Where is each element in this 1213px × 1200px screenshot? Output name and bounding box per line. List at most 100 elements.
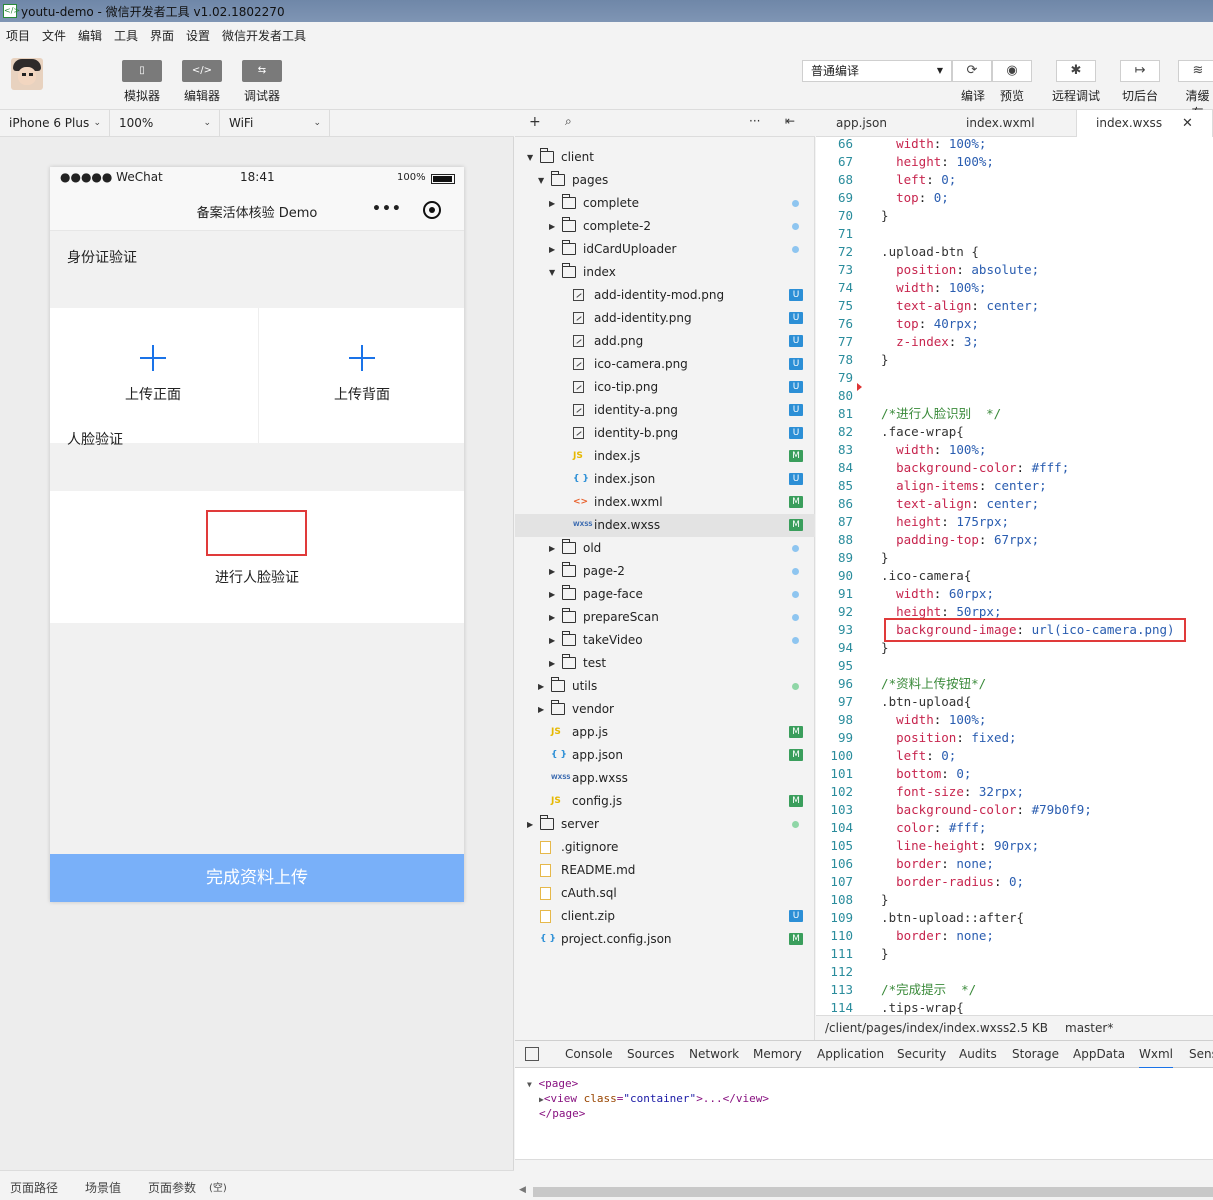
simulator-toggle-button[interactable]: ▯	[122, 60, 162, 82]
page-params-link[interactable]: 页面参数	[148, 1179, 196, 1196]
tree-item[interactable]: JS app.js M	[515, 721, 815, 744]
compile-mode-select[interactable]: 普通编译 ▼	[802, 60, 952, 82]
menu-wechat-devtools[interactable]: 微信开发者工具	[222, 27, 306, 44]
chevron-right-icon[interactable]: ▶	[549, 537, 555, 560]
tab-index-wxss[interactable]: index.wxss ✕	[1076, 110, 1213, 137]
chevron-down-icon[interactable]: ▼	[549, 261, 555, 284]
tree-item[interactable]: { } app.json M	[515, 744, 815, 767]
tree-item[interactable]: ▶ page-face	[515, 583, 815, 606]
remote-debug-button[interactable]: ✱	[1056, 60, 1096, 82]
wxml-page-open[interactable]: ▼ <page>	[527, 1077, 578, 1090]
collapse-icon[interactable]: ⇤	[785, 114, 795, 128]
tab-sources[interactable]: Sources	[627, 1047, 674, 1061]
tree-item[interactable]: ▶ vendor	[515, 698, 815, 721]
menu-edit[interactable]: 编辑	[78, 27, 102, 44]
tree-item[interactable]: README.md	[515, 859, 815, 882]
face-verify-card[interactable]: 进行人脸验证	[50, 491, 464, 623]
tree-item[interactable]: ▶ old	[515, 537, 815, 560]
tree-item[interactable]: ▶ idCardUploader	[515, 238, 815, 261]
scene-value-link[interactable]: 场景值	[85, 1179, 121, 1196]
background-button[interactable]: ↦	[1120, 60, 1160, 82]
close-miniprogram-icon[interactable]	[423, 201, 441, 219]
tab-application[interactable]: Application	[817, 1047, 884, 1061]
preview-button[interactable]: ◉	[992, 60, 1032, 82]
chevron-right-icon[interactable]: ▶	[549, 215, 555, 238]
add-icon[interactable]: +	[529, 114, 541, 130]
tab-security[interactable]: Security	[897, 1047, 946, 1061]
tab-wxml[interactable]: Wxml	[1139, 1047, 1173, 1069]
tree-item[interactable]: WXSS app.wxss	[515, 767, 815, 790]
tree-item[interactable]: ▼ client	[515, 146, 815, 169]
upload-front-button[interactable]: 上传正面	[50, 308, 256, 443]
tree-item[interactable]: ▶ utils	[515, 675, 815, 698]
compile-button[interactable]: ⟳	[952, 60, 992, 82]
tree-item[interactable]: WXSS index.wxss M	[515, 514, 815, 537]
horizontal-scrollbar[interactable]: ◀	[515, 1159, 1213, 1200]
scroll-left-icon[interactable]: ◀	[519, 1185, 526, 1195]
tab-sensor[interactable]: Sens	[1189, 1047, 1213, 1061]
chevron-down-icon[interactable]: ▼	[527, 146, 533, 169]
submit-upload-button[interactable]: 完成资料上传	[50, 854, 464, 902]
tree-item[interactable]: ▼ index	[515, 261, 815, 284]
chevron-right-icon[interactable]: ▶	[549, 560, 555, 583]
tab-console[interactable]: Console	[565, 1047, 613, 1061]
tree-item[interactable]: JS config.js M	[515, 790, 815, 813]
avatar[interactable]	[11, 58, 43, 90]
menu-file[interactable]: 文件	[42, 27, 66, 44]
scrollbar-thumb[interactable]	[533, 1187, 1213, 1197]
tree-item[interactable]: identity-b.png U	[515, 422, 815, 445]
tree-item[interactable]: ▼ pages	[515, 169, 815, 192]
page-path-link[interactable]: 页面路径	[10, 1179, 58, 1196]
tab-storage[interactable]: Storage	[1012, 1047, 1059, 1061]
menu-settings[interactable]: 设置	[186, 27, 210, 44]
menu-tools[interactable]: 工具	[114, 27, 138, 44]
chevron-right-icon[interactable]: ▶	[538, 698, 544, 721]
tree-item[interactable]: { } project.config.json M	[515, 928, 815, 951]
upload-back-button[interactable]: 上传背面	[258, 308, 464, 443]
chevron-right-icon[interactable]: ▶	[549, 652, 555, 675]
zoom-select[interactable]: 100% ⌄	[110, 110, 220, 137]
inspect-icon[interactable]	[525, 1047, 539, 1061]
tree-item[interactable]: ▶ complete-2	[515, 215, 815, 238]
tree-item[interactable]: client.zip U	[515, 905, 815, 928]
debugger-toggle-button[interactable]: ⇆	[242, 60, 282, 82]
tree-item[interactable]: cAuth.sql	[515, 882, 815, 905]
tree-item[interactable]: identity-a.png U	[515, 399, 815, 422]
chevron-right-icon[interactable]: ▶	[527, 813, 533, 836]
chevron-right-icon[interactable]: ▶	[549, 629, 555, 652]
tree-item[interactable]: add.png U	[515, 330, 815, 353]
tab-memory[interactable]: Memory	[753, 1047, 802, 1061]
tree-item[interactable]: JS index.js M	[515, 445, 815, 468]
network-select[interactable]: WiFi ⌄	[220, 110, 330, 137]
wxml-view-node[interactable]: ▶<view class="container">...</view>	[539, 1092, 769, 1105]
more-icon[interactable]: •••	[372, 201, 402, 217]
device-select[interactable]: iPhone 6 Plus ⌄	[0, 110, 110, 137]
menu-view[interactable]: 界面	[150, 27, 174, 44]
chevron-right-icon[interactable]: ▶	[549, 606, 555, 629]
tab-network[interactable]: Network	[689, 1047, 739, 1061]
tree-item[interactable]: add-identity-mod.png U	[515, 284, 815, 307]
clear-cache-button[interactable]: ≋	[1178, 60, 1213, 82]
tree-item[interactable]: ico-camera.png U	[515, 353, 815, 376]
tree-item[interactable]: { } index.json U	[515, 468, 815, 491]
tree-item[interactable]: .gitignore	[515, 836, 815, 859]
tab-appdata[interactable]: AppData	[1073, 1047, 1125, 1061]
chevron-right-icon[interactable]: ▶	[549, 583, 555, 606]
code-editor[interactable]: 66 width: 100%; 67 height: 100%; 68 left: …	[816, 137, 1213, 1015]
chevron-down-icon[interactable]: ▼	[538, 169, 544, 192]
close-icon[interactable]: ✕	[1182, 110, 1193, 137]
tab-index-wxml[interactable]: index.wxml	[966, 110, 1035, 137]
chevron-right-icon[interactable]: ▶	[538, 675, 544, 698]
tree-item[interactable]: ▶ complete	[515, 192, 815, 215]
menu-project[interactable]: 项目	[6, 27, 30, 44]
tree-item[interactable]: ▶ prepareScan	[515, 606, 815, 629]
chevron-right-icon[interactable]: ▶	[549, 192, 555, 215]
tree-item[interactable]: ▶ test	[515, 652, 815, 675]
editor-toggle-button[interactable]: </>	[182, 60, 222, 82]
search-icon[interactable]: ⌕	[565, 114, 572, 129]
tree-item[interactable]: add-identity.png U	[515, 307, 815, 330]
more-icon[interactable]: ···	[749, 114, 760, 128]
tab-audits[interactable]: Audits	[959, 1047, 997, 1061]
tree-item[interactable]: ico-tip.png U	[515, 376, 815, 399]
tree-item[interactable]: <> index.wxml M	[515, 491, 815, 514]
